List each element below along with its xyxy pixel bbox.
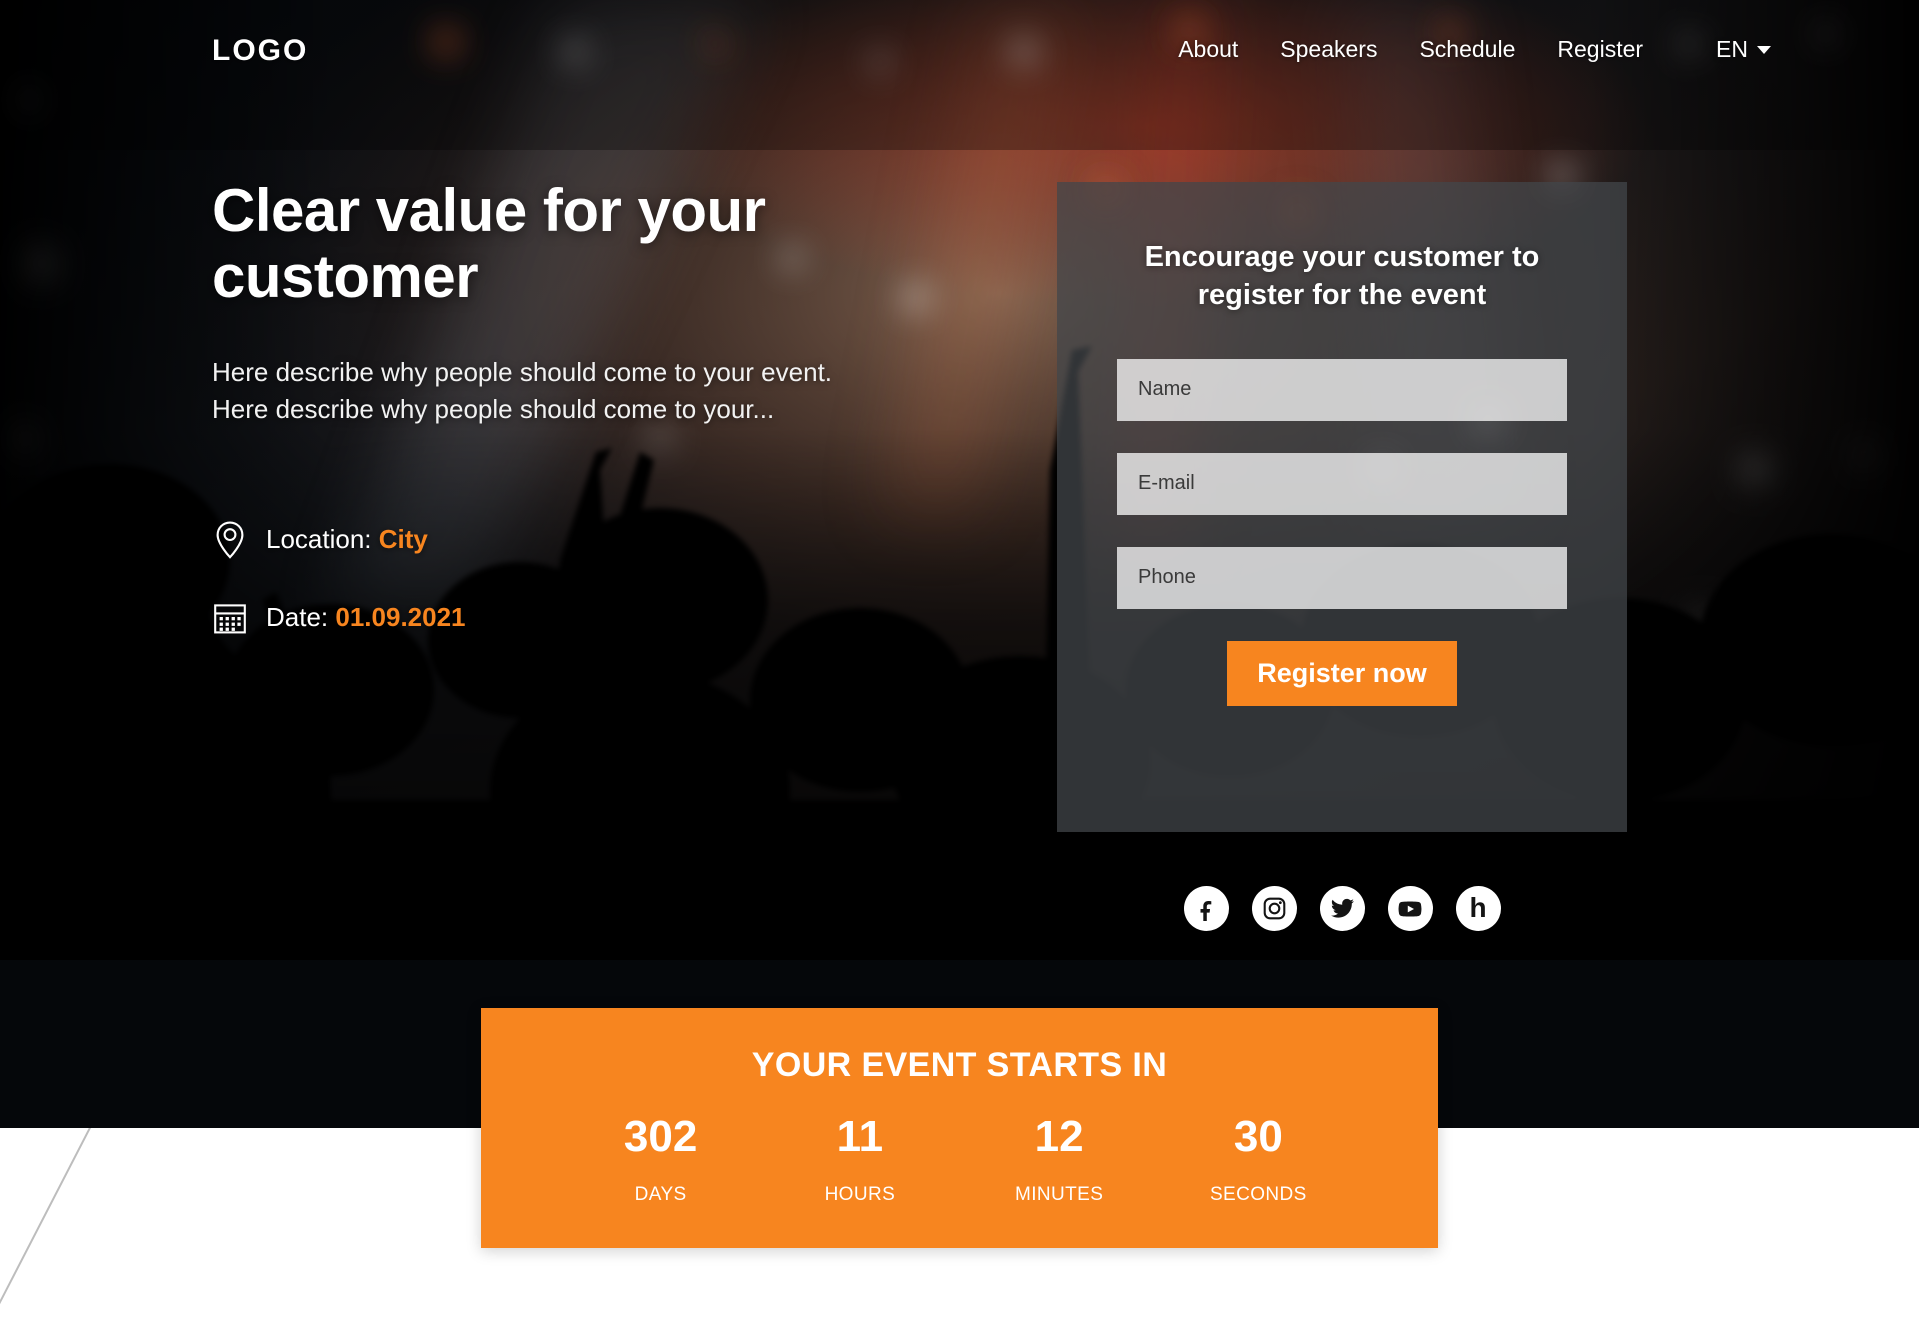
name-field-placeholder: Name xyxy=(1138,378,1192,401)
hero-content: Clear value for your customer Here descr… xyxy=(212,178,902,676)
language-selector[interactable]: EN xyxy=(1716,36,1771,63)
location-pin-icon xyxy=(212,520,248,560)
event-date-row: Date: 01.09.2021 xyxy=(212,598,902,638)
form-fields: Name E-mail Phone xyxy=(1117,358,1567,609)
nav-links: About Speakers Schedule Register EN xyxy=(1157,36,1771,63)
event-location-text: Location: City xyxy=(266,524,428,555)
nav-link-schedule[interactable]: Schedule xyxy=(1398,36,1536,63)
countdown-minutes-label: MINUTES xyxy=(1014,1184,1104,1205)
social-links: h xyxy=(1057,886,1627,931)
countdown-title: YOUR EVENT STARTS IN xyxy=(751,1046,1168,1084)
nav-link-register[interactable]: Register xyxy=(1536,36,1664,63)
houzz-icon-label: h xyxy=(1469,891,1487,923)
countdown-seconds-label: SECONDS xyxy=(1209,1184,1307,1205)
nav-link-speakers[interactable]: Speakers xyxy=(1259,36,1398,63)
page-title: Clear value for your customer xyxy=(212,177,766,310)
countdown-hours-label: HOURS xyxy=(824,1184,896,1205)
twitter-icon[interactable] xyxy=(1319,886,1365,931)
phone-field[interactable]: Phone xyxy=(1117,546,1567,609)
landing-page: LOGO About Speakers Schedule Register EN… xyxy=(0,0,1919,1320)
countdown-seconds-value: 30 xyxy=(1233,1112,1283,1161)
event-date-text: Date: 01.09.2021 xyxy=(266,602,466,633)
countdown-unit-days: 302 DAYS xyxy=(561,1115,760,1206)
countdown-unit-seconds: 30 SECONDS xyxy=(1159,1115,1358,1206)
language-selector-label: EN xyxy=(1716,36,1748,62)
date-value: 01.09.2021 xyxy=(335,602,466,633)
countdown-hours-value: 11 xyxy=(836,1112,884,1161)
instagram-icon[interactable] xyxy=(1251,886,1297,931)
email-field[interactable]: E-mail xyxy=(1117,452,1567,515)
decorative-diagonal-line xyxy=(0,1128,91,1305)
location-value: City xyxy=(378,524,428,555)
registration-form-panel: Encourage your customer to register for … xyxy=(1057,182,1627,832)
countdown-units: 302 DAYS 11 HOURS 12 MINUTES 30 SECONDS xyxy=(481,1115,1438,1206)
main-navigation: LOGO About Speakers Schedule Register EN xyxy=(0,0,1919,108)
site-logo[interactable]: LOGO xyxy=(212,34,308,68)
date-label: Date: xyxy=(266,602,329,633)
nav-link-about[interactable]: About xyxy=(1157,36,1259,63)
location-label: Location: xyxy=(266,524,372,555)
name-field[interactable]: Name xyxy=(1117,358,1567,421)
youtube-icon[interactable] xyxy=(1387,886,1433,931)
form-title: Encourage your customer to register for … xyxy=(1144,241,1540,312)
chevron-down-icon xyxy=(1757,45,1771,54)
hero-section: LOGO About Speakers Schedule Register EN… xyxy=(0,0,1919,1128)
hero-subtitle: Here describe why people should come to … xyxy=(212,357,833,424)
countdown-unit-hours: 11 HOURS xyxy=(760,1115,959,1206)
calendar-icon xyxy=(212,598,248,638)
countdown-days-label: DAYS xyxy=(634,1184,687,1205)
register-now-button[interactable]: Register now xyxy=(1227,640,1457,706)
email-field-placeholder: E-mail xyxy=(1138,472,1195,495)
houzz-icon[interactable]: h xyxy=(1455,886,1501,931)
phone-field-placeholder: Phone xyxy=(1138,566,1196,589)
countdown-unit-minutes: 12 MINUTES xyxy=(960,1115,1159,1206)
countdown-days-value: 302 xyxy=(623,1112,698,1161)
event-meta-list: Location: City Date: 01.09.2021 xyxy=(212,520,902,638)
countdown-banner: YOUR EVENT STARTS IN 302 DAYS 11 HOURS 1… xyxy=(481,1008,1438,1248)
countdown-minutes-value: 12 xyxy=(1034,1112,1084,1161)
facebook-icon[interactable] xyxy=(1183,886,1229,931)
event-location-row: Location: City xyxy=(212,520,902,560)
